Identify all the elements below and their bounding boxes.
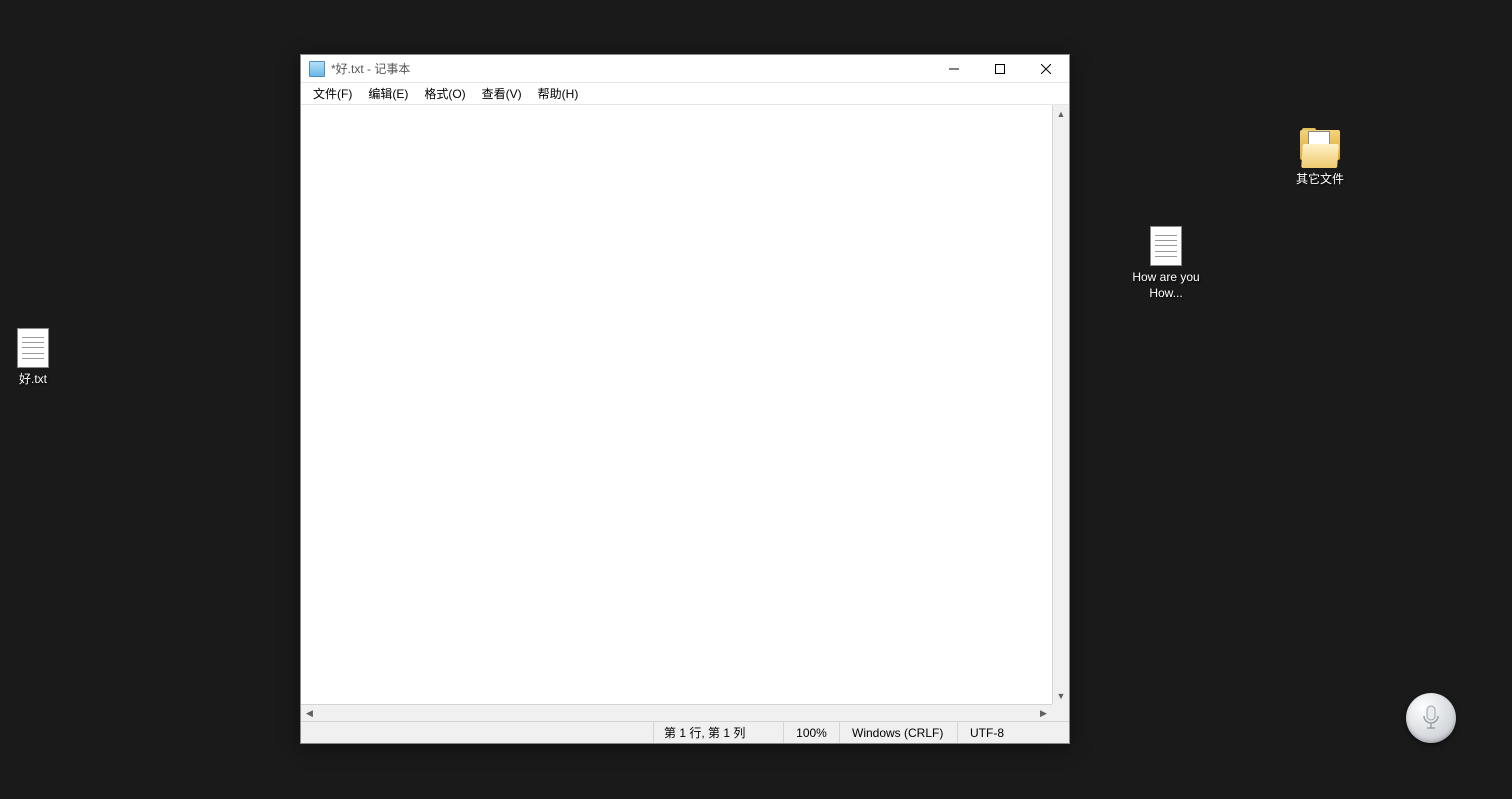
desktop-icon-label: 好.txt: [19, 372, 47, 388]
menu-format[interactable]: 格式(O): [416, 83, 473, 104]
minimize-button[interactable]: [931, 55, 977, 83]
folder-icon: [1300, 128, 1340, 168]
menubar: 文件(F) 编辑(E) 格式(O) 查看(V) 帮助(H): [301, 83, 1069, 105]
desktop-icon-folder-other[interactable]: 其它文件: [1282, 128, 1358, 188]
scroll-down-icon[interactable]: ▼: [1053, 687, 1070, 704]
text-editor[interactable]: [301, 105, 1052, 704]
horizontal-scroll-row: ◀ ▶: [301, 704, 1069, 721]
window-title: *好.txt - 记事本: [331, 60, 931, 77]
microphone-icon: [1421, 705, 1441, 731]
desktop-icon-label: 其它文件: [1296, 172, 1344, 188]
voice-assistant-button[interactable]: [1406, 693, 1456, 743]
menu-edit[interactable]: 编辑(E): [360, 83, 416, 104]
status-line-ending: Windows (CRLF): [839, 722, 957, 743]
status-encoding: UTF-8: [957, 722, 1069, 743]
titlebar[interactable]: *好.txt - 记事本: [301, 55, 1069, 83]
notepad-window: *好.txt - 记事本 文件(F) 编辑(E) 格式(O) 查看(V) 帮助(…: [300, 54, 1070, 744]
editor-area: ▲ ▼: [301, 105, 1069, 704]
horizontal-scrollbar[interactable]: ◀ ▶: [301, 704, 1052, 721]
scroll-left-icon[interactable]: ◀: [301, 705, 318, 722]
desktop-icon-txt-howareyou[interactable]: How are you How...: [1128, 226, 1204, 301]
menu-view[interactable]: 查看(V): [474, 83, 530, 104]
maximize-button[interactable]: [977, 55, 1023, 83]
scroll-corner: [1052, 704, 1069, 721]
text-file-icon: [17, 328, 49, 368]
desktop-icon-txt-hao[interactable]: 好.txt: [0, 328, 71, 388]
menu-help[interactable]: 帮助(H): [530, 83, 587, 104]
desktop-icon-label: How are you How...: [1128, 270, 1204, 301]
status-zoom: 100%: [783, 722, 839, 743]
scroll-up-icon[interactable]: ▲: [1053, 105, 1070, 122]
notepad-app-icon: [309, 61, 325, 77]
statusbar: 第 1 行, 第 1 列 100% Windows (CRLF) UTF-8: [301, 721, 1069, 743]
status-position: 第 1 行, 第 1 列: [653, 722, 783, 743]
close-button[interactable]: [1023, 55, 1069, 83]
scroll-right-icon[interactable]: ▶: [1035, 705, 1052, 722]
menu-file[interactable]: 文件(F): [305, 83, 360, 104]
vertical-scrollbar[interactable]: ▲ ▼: [1052, 105, 1069, 704]
text-file-icon: [1150, 226, 1182, 266]
